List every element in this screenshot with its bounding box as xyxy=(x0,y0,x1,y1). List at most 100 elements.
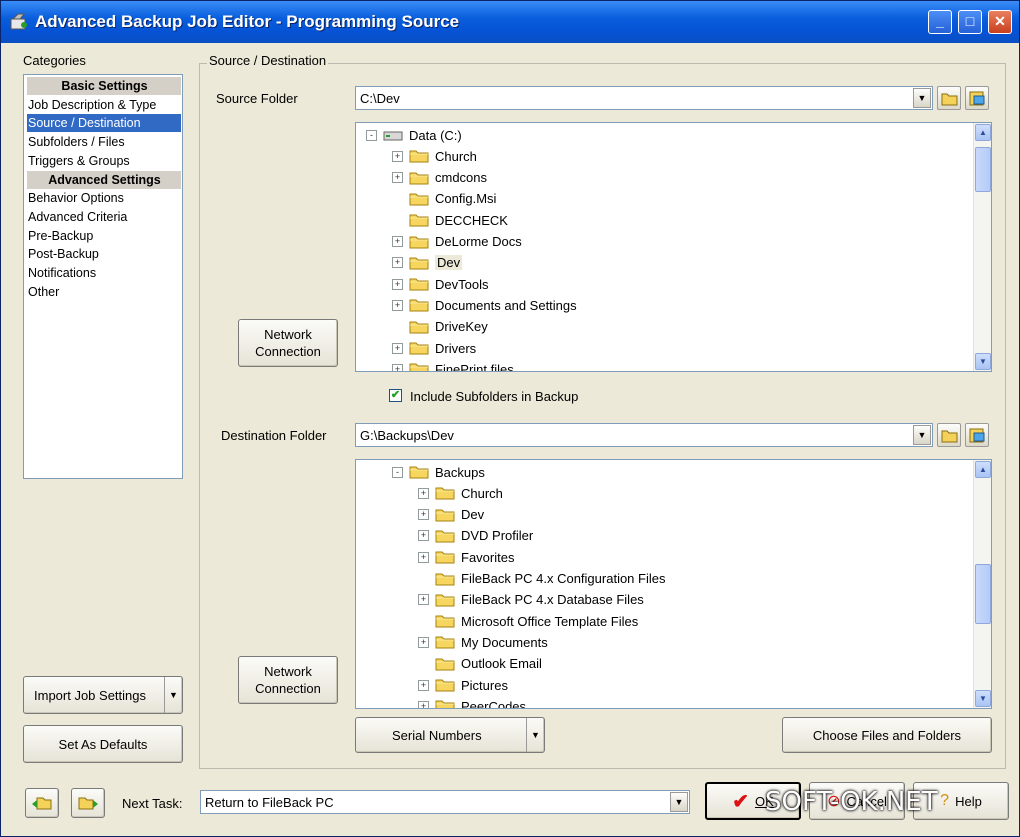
category-item[interactable]: Behavior Options xyxy=(27,189,181,207)
expand-icon[interactable]: + xyxy=(392,299,403,311)
tree-node[interactable]: + FinePrint files xyxy=(392,359,514,372)
destination-folder-combo[interactable]: G:\Backups\Dev ▼ xyxy=(355,423,933,447)
destination-network-connection-button[interactable]: Network Connection xyxy=(238,656,338,704)
destination-folder-value: G:\Backups\Dev xyxy=(360,428,454,443)
tree-node[interactable]: + PeerCodes xyxy=(418,696,527,709)
tree-node[interactable]: + My Documents xyxy=(418,632,548,652)
category-item[interactable]: Other xyxy=(27,283,181,301)
destination-explore-button[interactable] xyxy=(965,423,989,447)
tree-node[interactable]: + DVD Profiler xyxy=(418,526,533,546)
folder-icon xyxy=(435,615,455,628)
category-item[interactable]: Pre-Backup xyxy=(27,227,181,245)
tree-node[interactable]: - Backups xyxy=(392,462,485,482)
next-task-combo[interactable]: Return to FileBack PC ▼ xyxy=(200,790,690,814)
tree-node[interactable]: + DevTools xyxy=(392,274,488,294)
include-subfolders-checkbox[interactable]: ✔ xyxy=(389,389,402,402)
tree-node[interactable]: + Church xyxy=(392,146,477,166)
expand-icon[interactable]: + xyxy=(392,236,403,247)
scroll-up-icon[interactable]: ▲ xyxy=(975,124,991,141)
expand-icon[interactable]: + xyxy=(392,363,403,371)
scroll-thumb[interactable] xyxy=(975,564,991,624)
expand-icon[interactable]: + xyxy=(418,700,429,708)
expand-icon[interactable]: + xyxy=(418,551,429,563)
tree-node[interactable]: Microsoft Office Template Files xyxy=(418,611,638,631)
tree-node[interactable]: + Pictures xyxy=(418,675,508,695)
tree-node[interactable]: + Dev xyxy=(418,505,484,525)
expand-icon[interactable]: + xyxy=(418,509,429,521)
tree-node[interactable]: + DeLorme Docs xyxy=(392,232,522,252)
scroll-down-icon[interactable]: ▼ xyxy=(975,353,991,370)
collapse-icon[interactable]: - xyxy=(366,129,377,141)
source-folder-tree[interactable]: - Data (C:) + Church + cmdcons Config.Msi DECCH… xyxy=(355,122,992,372)
source-folder-dropdown-icon[interactable]: ▼ xyxy=(913,88,931,108)
expand-icon[interactable]: + xyxy=(418,636,429,648)
folder-icon xyxy=(409,257,429,270)
maximize-icon[interactable]: □ xyxy=(958,10,982,34)
source-folder-combo[interactable]: C:\Dev ▼ xyxy=(355,86,933,110)
category-item[interactable]: Subfolders / Files xyxy=(27,133,181,151)
set-as-defaults-button[interactable]: Set As Defaults xyxy=(23,725,183,763)
tree-node-label: Favorites xyxy=(461,549,515,565)
category-item[interactable]: Triggers & Groups xyxy=(27,152,181,170)
category-item[interactable]: Post-Backup xyxy=(27,245,181,263)
import-job-settings-button[interactable]: Import Job Settings ▼ xyxy=(23,676,183,714)
tree-node[interactable]: Outlook Email xyxy=(418,654,542,674)
category-item[interactable]: Advanced Criteria xyxy=(27,208,181,226)
destination-folder-dropdown-icon[interactable]: ▼ xyxy=(913,425,931,445)
previous-button[interactable] xyxy=(25,788,59,818)
expand-icon[interactable]: + xyxy=(392,257,403,269)
tree-node-label: PeerCodes xyxy=(461,698,527,709)
watermark: SOFT-OK.NET xyxy=(765,787,938,817)
folder-icon xyxy=(409,278,429,291)
destination-folder-tree[interactable]: - Backups + Church + Dev + DVD Profiler + Favorit… xyxy=(355,459,992,709)
tree-node-label: FinePrint files xyxy=(435,361,514,372)
include-subfolders-label: Include Subfolders in Backup xyxy=(410,389,579,404)
category-item[interactable]: Job Description & Type xyxy=(27,96,181,114)
expand-icon[interactable]: + xyxy=(418,530,429,542)
tree-node[interactable]: DECCHECK xyxy=(392,210,508,230)
serial-numbers-button[interactable]: Serial Numbers ▼ xyxy=(355,717,545,753)
next-task-dropdown-icon[interactable]: ▼ xyxy=(670,792,688,812)
tree-node[interactable]: FileBack PC 4.x Configuration Files xyxy=(418,569,665,589)
source-tree-scrollbar[interactable]: ▲ ▼ xyxy=(973,123,991,371)
expand-icon[interactable]: + xyxy=(418,679,429,691)
tree-node[interactable]: + cmdcons xyxy=(392,168,487,188)
destination-browse-folder-button[interactable] xyxy=(937,423,961,447)
tree-node[interactable]: Config.Msi xyxy=(392,189,496,209)
expand-icon[interactable]: + xyxy=(418,594,429,606)
tree-node[interactable]: + Favorites xyxy=(418,547,514,567)
collapse-icon[interactable]: - xyxy=(392,466,403,478)
source-network-connection-button[interactable]: Network Connection xyxy=(238,319,338,367)
close-icon[interactable]: ✕ xyxy=(988,10,1012,34)
folder-icon xyxy=(941,93,958,106)
tree-node[interactable]: - Data (C:) xyxy=(366,125,462,145)
category-item[interactable]: Source / Destination xyxy=(27,114,181,133)
source-browse-folder-button[interactable] xyxy=(937,86,961,110)
expand-icon[interactable]: + xyxy=(392,172,403,184)
tree-node[interactable]: + Documents and Settings xyxy=(392,295,577,315)
source-explore-button[interactable] xyxy=(965,86,989,110)
folder-icon xyxy=(941,430,958,443)
category-header: Basic Settings xyxy=(27,77,181,95)
expand-icon[interactable]: + xyxy=(392,150,403,162)
next-button[interactable] xyxy=(71,788,105,818)
scroll-down-icon[interactable]: ▼ xyxy=(975,690,991,707)
tree-node-label: Dev xyxy=(461,507,485,523)
import-dropdown-arrow-icon[interactable]: ▼ xyxy=(164,677,182,713)
destination-tree-scrollbar[interactable]: ▲ ▼ xyxy=(973,460,991,708)
expand-icon[interactable]: + xyxy=(392,342,403,354)
serial-numbers-dropdown-arrow-icon[interactable]: ▼ xyxy=(526,718,544,752)
category-item[interactable]: Notifications xyxy=(27,264,181,282)
expand-icon[interactable]: + xyxy=(418,487,429,499)
tree-node[interactable]: + FileBack PC 4.x Database Files xyxy=(418,590,644,610)
tree-node[interactable]: + Church xyxy=(418,483,503,503)
title-bar[interactable]: Advanced Backup Job Editor - Programming… xyxy=(1,1,1019,43)
scroll-thumb[interactable] xyxy=(975,147,991,192)
minimize-icon[interactable]: _ xyxy=(928,10,952,34)
scroll-up-icon[interactable]: ▲ xyxy=(975,461,991,478)
tree-node[interactable]: DriveKey xyxy=(392,317,488,337)
choose-files-and-folders-button[interactable]: Choose Files and Folders xyxy=(782,717,992,753)
expand-icon[interactable]: + xyxy=(392,278,403,290)
tree-node[interactable]: + Drivers xyxy=(392,338,476,358)
tree-node[interactable]: + Dev xyxy=(392,253,463,273)
